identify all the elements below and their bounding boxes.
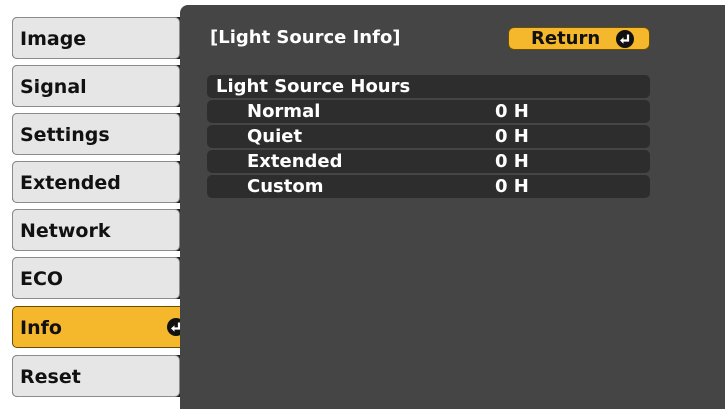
menu-item-info[interactable]: Info: [12, 306, 194, 348]
menu-item-label: ECO: [20, 268, 64, 290]
hours-value: 0 H: [495, 151, 529, 172]
menu-item-label: Network: [20, 220, 111, 242]
list-item: Quiet 0 H: [207, 125, 650, 148]
list-item: Extended 0 H: [207, 150, 650, 173]
hours-value: 0 H: [495, 101, 529, 122]
menu-item-settings[interactable]: Settings: [12, 113, 194, 155]
hours-value: 0 H: [495, 176, 529, 197]
mode-label: Custom: [247, 176, 324, 197]
light-source-hours-list: Light Source Hours Normal 0 H Quiet 0 H …: [207, 75, 650, 200]
list-item: Custom 0 H: [207, 175, 650, 198]
section-header-label: Light Source Hours: [216, 76, 411, 97]
menu-item-label: Extended: [20, 172, 121, 194]
hours-value: 0 H: [495, 126, 529, 147]
list-item: Normal 0 H: [207, 100, 650, 123]
enter-icon: [616, 30, 634, 48]
menu-item-eco[interactable]: ECO: [12, 257, 194, 299]
menu-item-reset[interactable]: Reset: [12, 355, 194, 397]
menu-item-signal[interactable]: Signal: [12, 65, 194, 107]
menu-item-extended[interactable]: Extended: [12, 161, 194, 203]
menu-item-label: Reset: [20, 366, 81, 388]
menu-item-label: Info: [20, 317, 62, 339]
section-header: Light Source Hours: [207, 75, 650, 98]
menu-item-label: Signal: [20, 76, 87, 98]
menu-item-network[interactable]: Network: [12, 209, 194, 251]
menu-item-label: Settings: [20, 124, 110, 146]
mode-label: Normal: [247, 101, 321, 122]
return-button-label: Return: [531, 28, 601, 49]
mode-label: Extended: [247, 151, 343, 172]
page-title: [Light Source Info]: [210, 27, 401, 48]
mode-label: Quiet: [247, 126, 303, 147]
menu-item-image[interactable]: Image: [12, 17, 194, 59]
info-panel: [Light Source Info] Return Light Source …: [180, 5, 725, 409]
return-button[interactable]: Return: [508, 27, 650, 50]
menu-item-label: Image: [20, 28, 87, 50]
